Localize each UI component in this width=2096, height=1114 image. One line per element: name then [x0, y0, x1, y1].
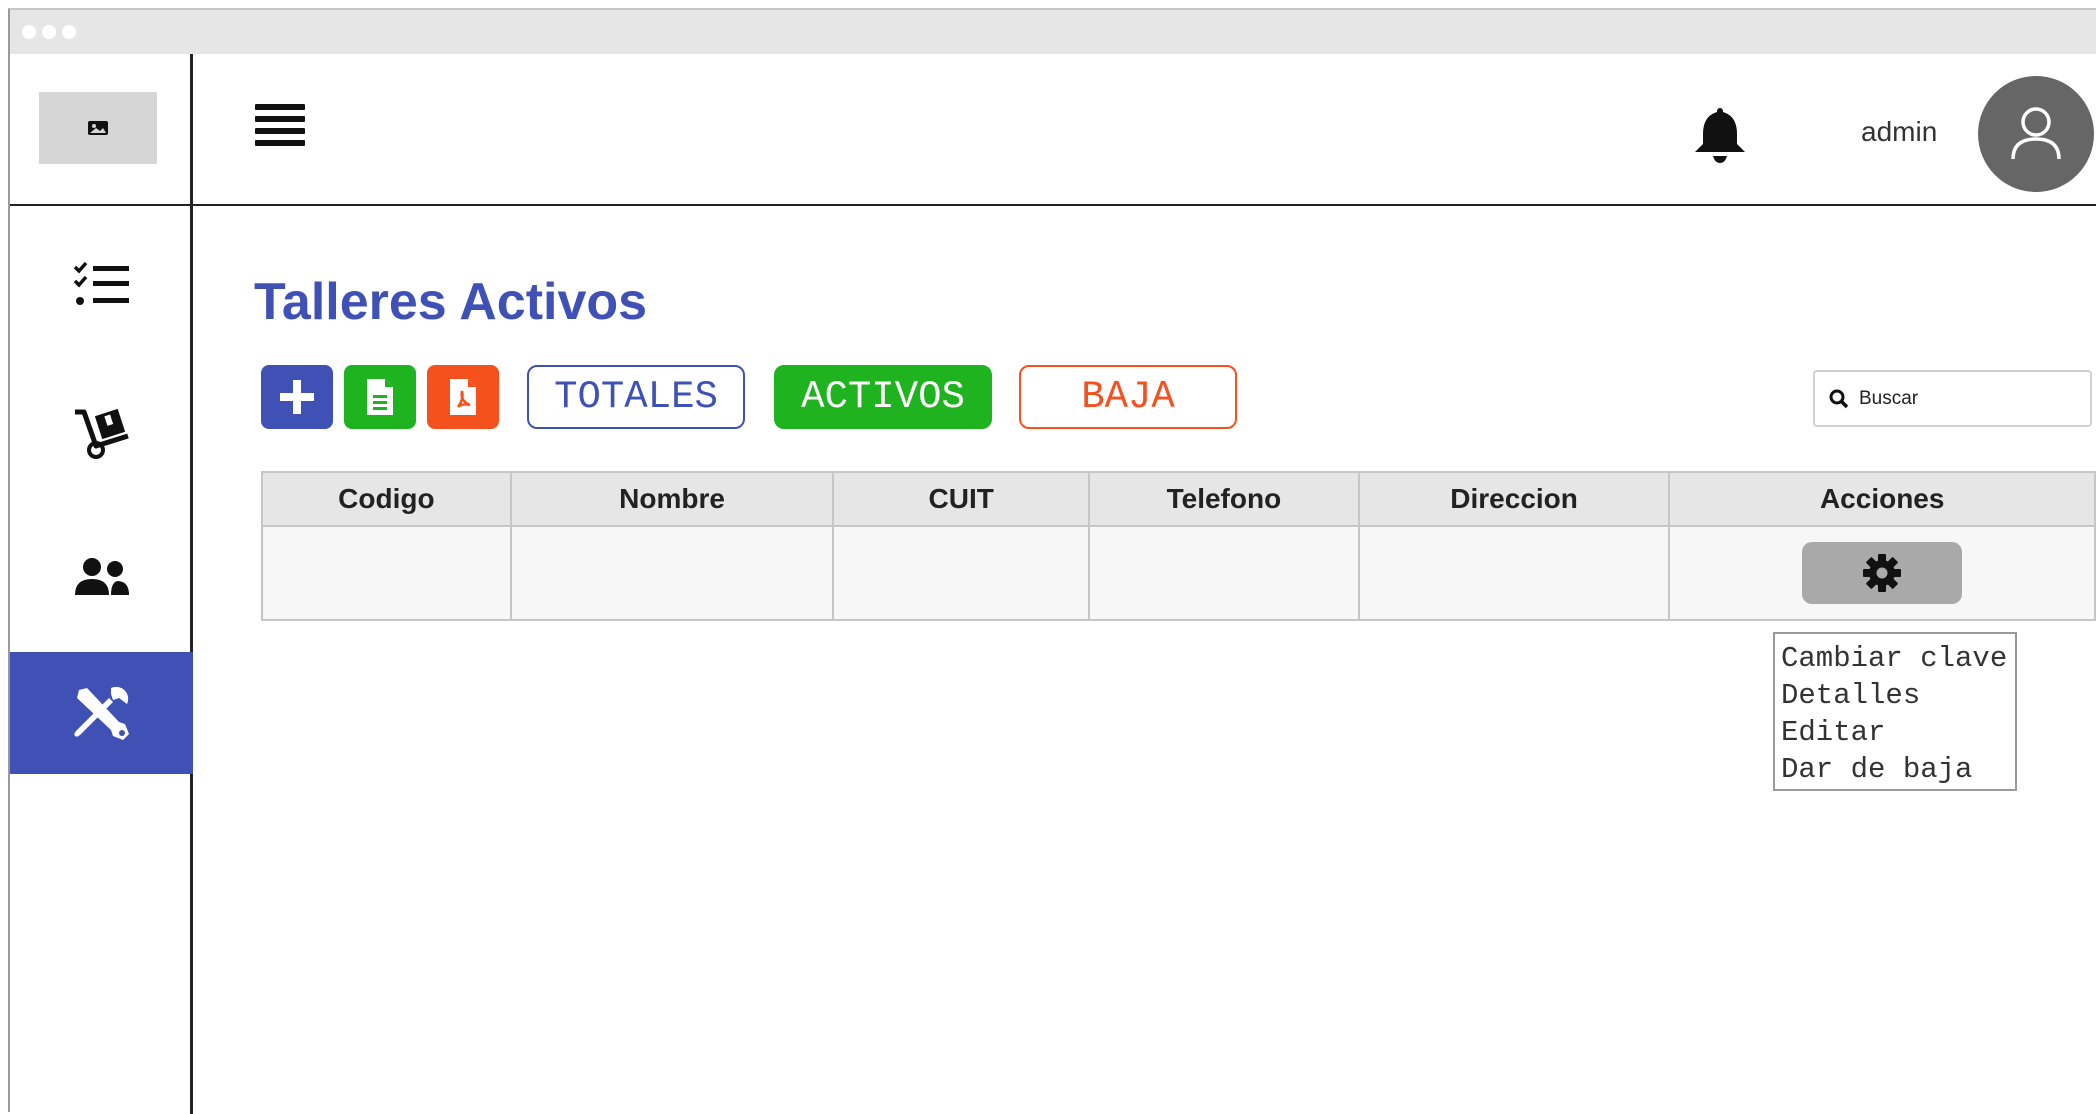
column-header-codigo[interactable]: Codigo: [261, 471, 512, 527]
window-dot: [62, 25, 76, 39]
column-header-telefono[interactable]: Telefono: [1088, 471, 1360, 527]
cell-acciones: [1668, 525, 2096, 621]
logo-image-placeholder: [39, 92, 157, 164]
search-input[interactable]: [1859, 387, 2079, 410]
sidebar-item-checklist[interactable]: [10, 224, 193, 346]
logo-area: [10, 54, 193, 206]
dolly-icon: [74, 408, 129, 459]
sidebar-item-tools[interactable]: [10, 652, 193, 774]
menu-item-dar-de-baja[interactable]: Dar de baja: [1781, 751, 2009, 788]
export-excel-button[interactable]: [344, 365, 416, 429]
menu-item-detalles[interactable]: Detalles: [1781, 677, 2009, 714]
column-header-cuit[interactable]: CUIT: [832, 471, 1091, 527]
window-dot: [42, 25, 56, 39]
menu-item-editar[interactable]: Editar: [1781, 714, 2009, 751]
browser-window: admin Talleres Activos TOTALES ACTIVOS B…: [8, 8, 2096, 1114]
image-icon: [88, 121, 108, 135]
main-content: Talleres Activos TOTALES ACTIVOS BAJA Bu…: [193, 206, 2096, 1114]
user-name: admin: [1861, 116, 1938, 147]
search-box[interactable]: [1813, 370, 2092, 427]
page-title: Talleres Activos: [254, 273, 648, 331]
cell-cuit: [832, 525, 1091, 621]
sidebar-item-dolly[interactable]: [10, 372, 193, 494]
cell-telefono: [1088, 525, 1360, 621]
cell-nombre: [509, 525, 835, 621]
table-row[interactable]: [261, 525, 2096, 621]
window-titlebar: [10, 10, 2096, 54]
file-excel-icon: [367, 379, 393, 415]
filter-baja-button[interactable]: BAJA: [1019, 365, 1237, 429]
column-header-nombre[interactable]: Nombre: [509, 471, 835, 527]
actions-button[interactable]: [1802, 542, 1963, 604]
cell-direccion: [1357, 525, 1671, 621]
add-button[interactable]: [261, 365, 333, 429]
notification-bell-icon[interactable]: [1693, 106, 1747, 164]
table-header-row: Codigo Nombre CUIT Telefono Direccion Ac…: [261, 471, 2096, 527]
column-header-direccion[interactable]: Direccion: [1357, 471, 1671, 527]
search-icon: [1829, 389, 1849, 408]
cell-codigo: [261, 525, 512, 621]
talleres-table: Codigo Nombre CUIT Telefono Direccion Ac…: [261, 471, 2096, 621]
export-pdf-button[interactable]: [427, 365, 499, 429]
file-pdf-icon: [450, 379, 476, 415]
actions-dropdown-menu: Cambiar clave Detalles Editar Dar de baj…: [1773, 632, 2017, 791]
window-dot: [22, 25, 36, 39]
sidebar-item-users[interactable]: [10, 516, 193, 638]
users-icon: [74, 558, 129, 595]
tools-icon: [73, 686, 129, 740]
avatar[interactable]: [1978, 76, 2094, 192]
checklist-icon: [73, 261, 129, 305]
menu-item-cambiar-clave[interactable]: Cambiar clave: [1781, 640, 2009, 677]
column-header-acciones: Acciones: [1668, 471, 2096, 527]
hamburger-menu-icon[interactable]: [255, 104, 305, 154]
top-header: admin: [193, 54, 2096, 206]
user-icon: [2011, 107, 2061, 160]
plus-icon: [280, 380, 314, 414]
gear-icon: [1863, 554, 1902, 592]
filter-totales-button[interactable]: TOTALES: [527, 365, 745, 429]
filter-activos-button[interactable]: ACTIVOS: [774, 365, 992, 429]
sidebar: [10, 54, 193, 1114]
